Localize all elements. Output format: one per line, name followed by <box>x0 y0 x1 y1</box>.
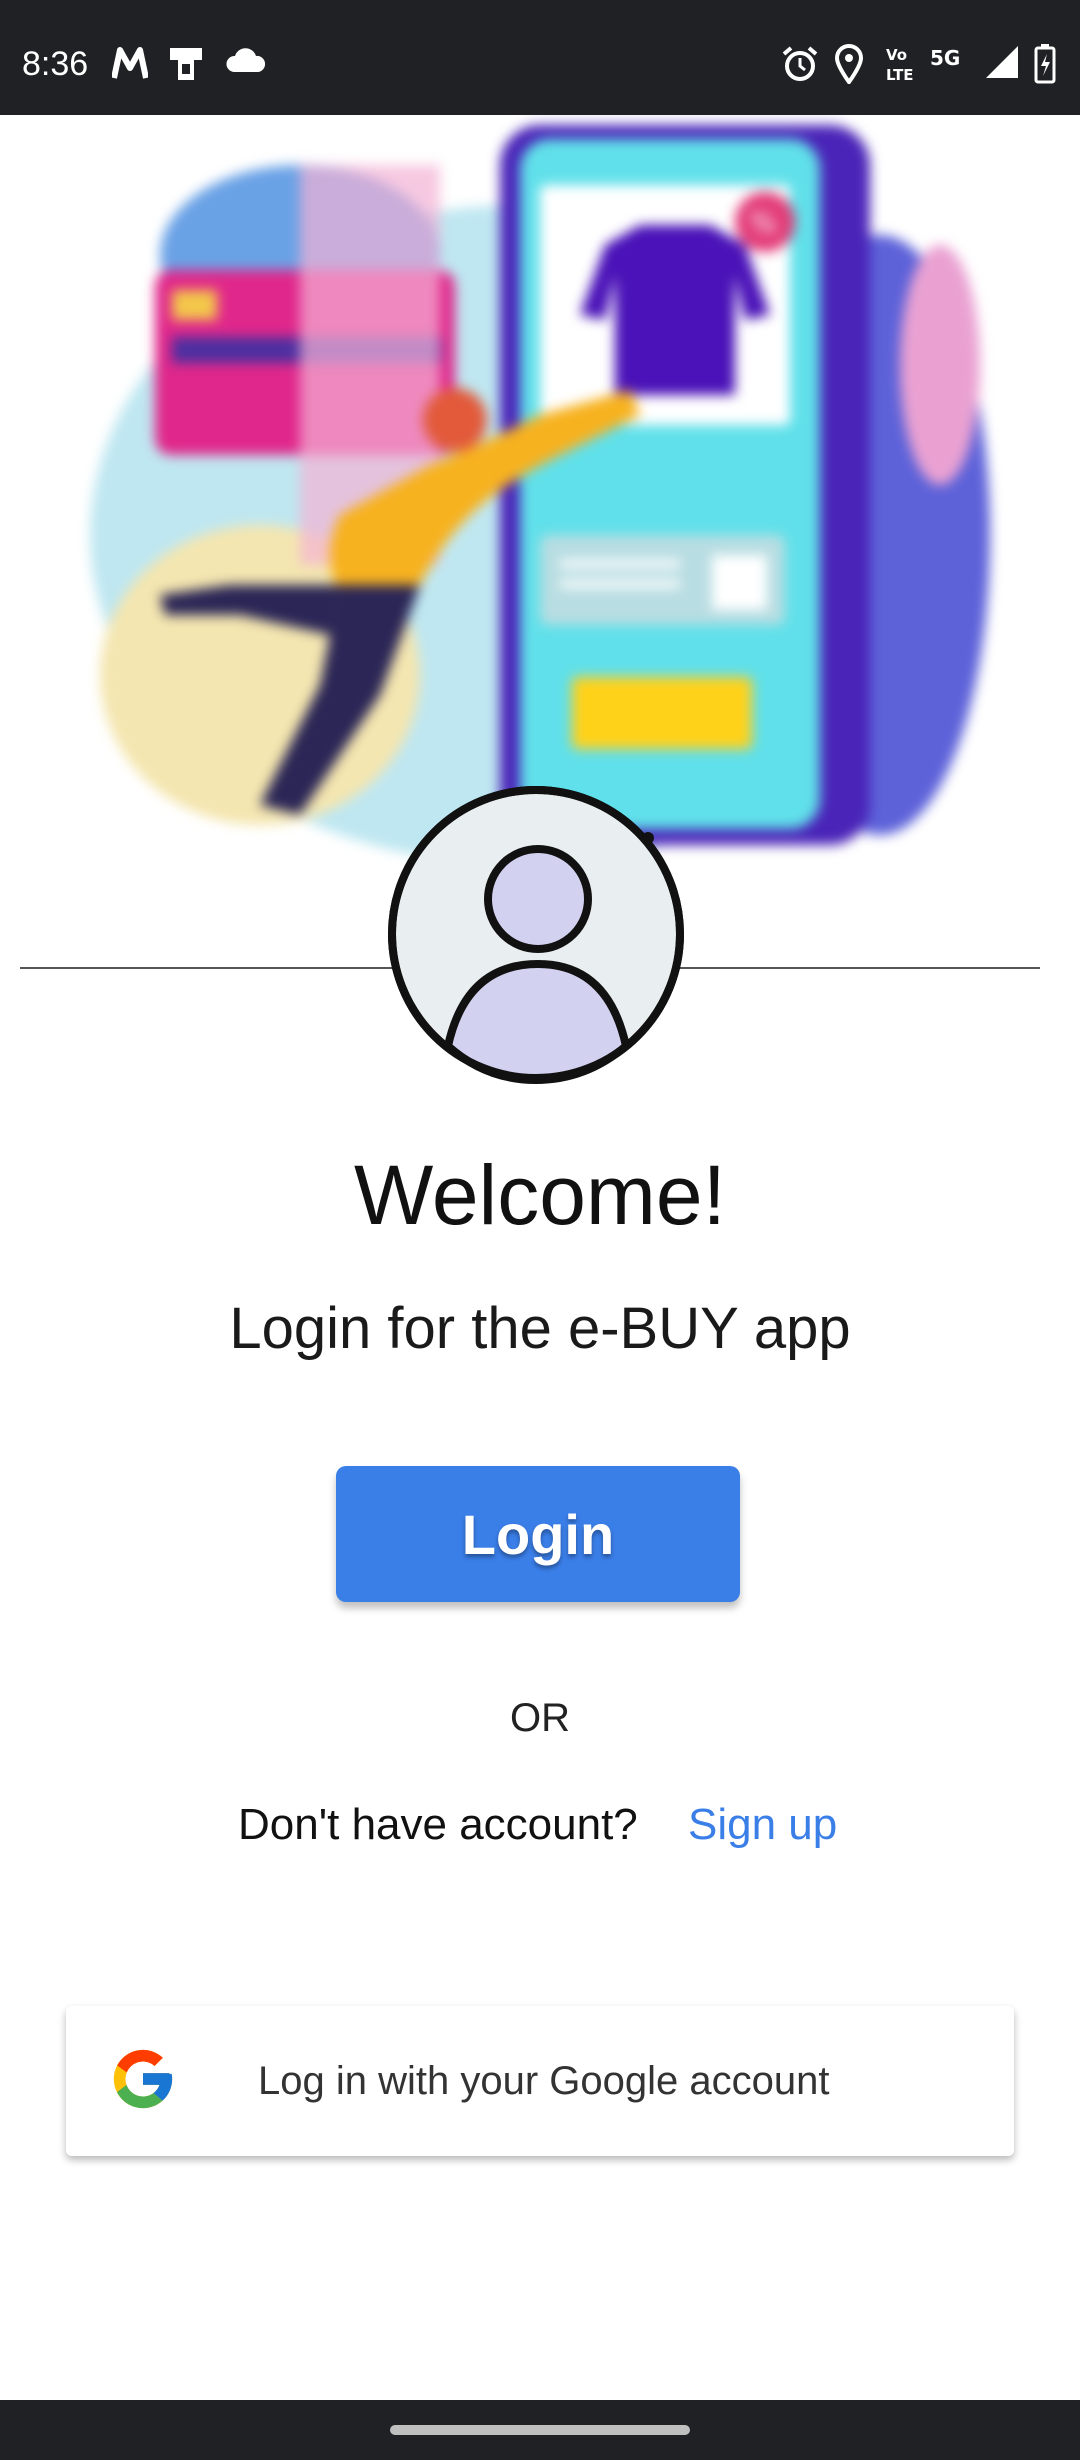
cloud-icon <box>226 48 266 72</box>
google-icon <box>113 2049 173 2109</box>
navigation-bar <box>0 2400 1080 2460</box>
alarm-icon <box>782 46 818 81</box>
svg-text:%: % <box>750 206 777 239</box>
svg-text:LTE: LTE <box>886 66 914 84</box>
notification-icon <box>170 48 202 80</box>
shopping-phone-illustration: % <box>90 125 990 865</box>
login-subtitle: Login for the e-BUY app <box>229 1296 851 1361</box>
status-bar: 8:36 Vo LTE 5G <box>0 0 1080 115</box>
signal-icon <box>986 46 1018 78</box>
battery-charging-icon <box>1034 44 1056 84</box>
google-login-label: Log in with your Google account <box>258 2059 830 2103</box>
no-account-text: Don't have account? <box>238 1800 638 1849</box>
svg-text:Vo: Vo <box>886 46 907 64</box>
status-time: 8:36 <box>22 45 89 83</box>
status-right-icons: Vo LTE 5G <box>780 44 1080 88</box>
network-type-label: 5G <box>930 46 961 70</box>
user-avatar-icon <box>386 784 686 1085</box>
google-login-button[interactable]: Log in with your Google account <box>66 2006 1014 2156</box>
hero-illustration: % <box>0 115 1080 875</box>
login-button[interactable]: Login <box>336 1466 740 1602</box>
signup-link[interactable]: Sign up <box>688 1795 837 1855</box>
volte-icon: Vo LTE <box>886 46 914 84</box>
welcome-title: Welcome! <box>354 1148 726 1242</box>
home-indicator[interactable] <box>390 2425 690 2435</box>
location-icon <box>834 44 864 84</box>
or-separator-text: OR <box>510 1696 570 1740</box>
motorola-icon <box>112 47 148 79</box>
